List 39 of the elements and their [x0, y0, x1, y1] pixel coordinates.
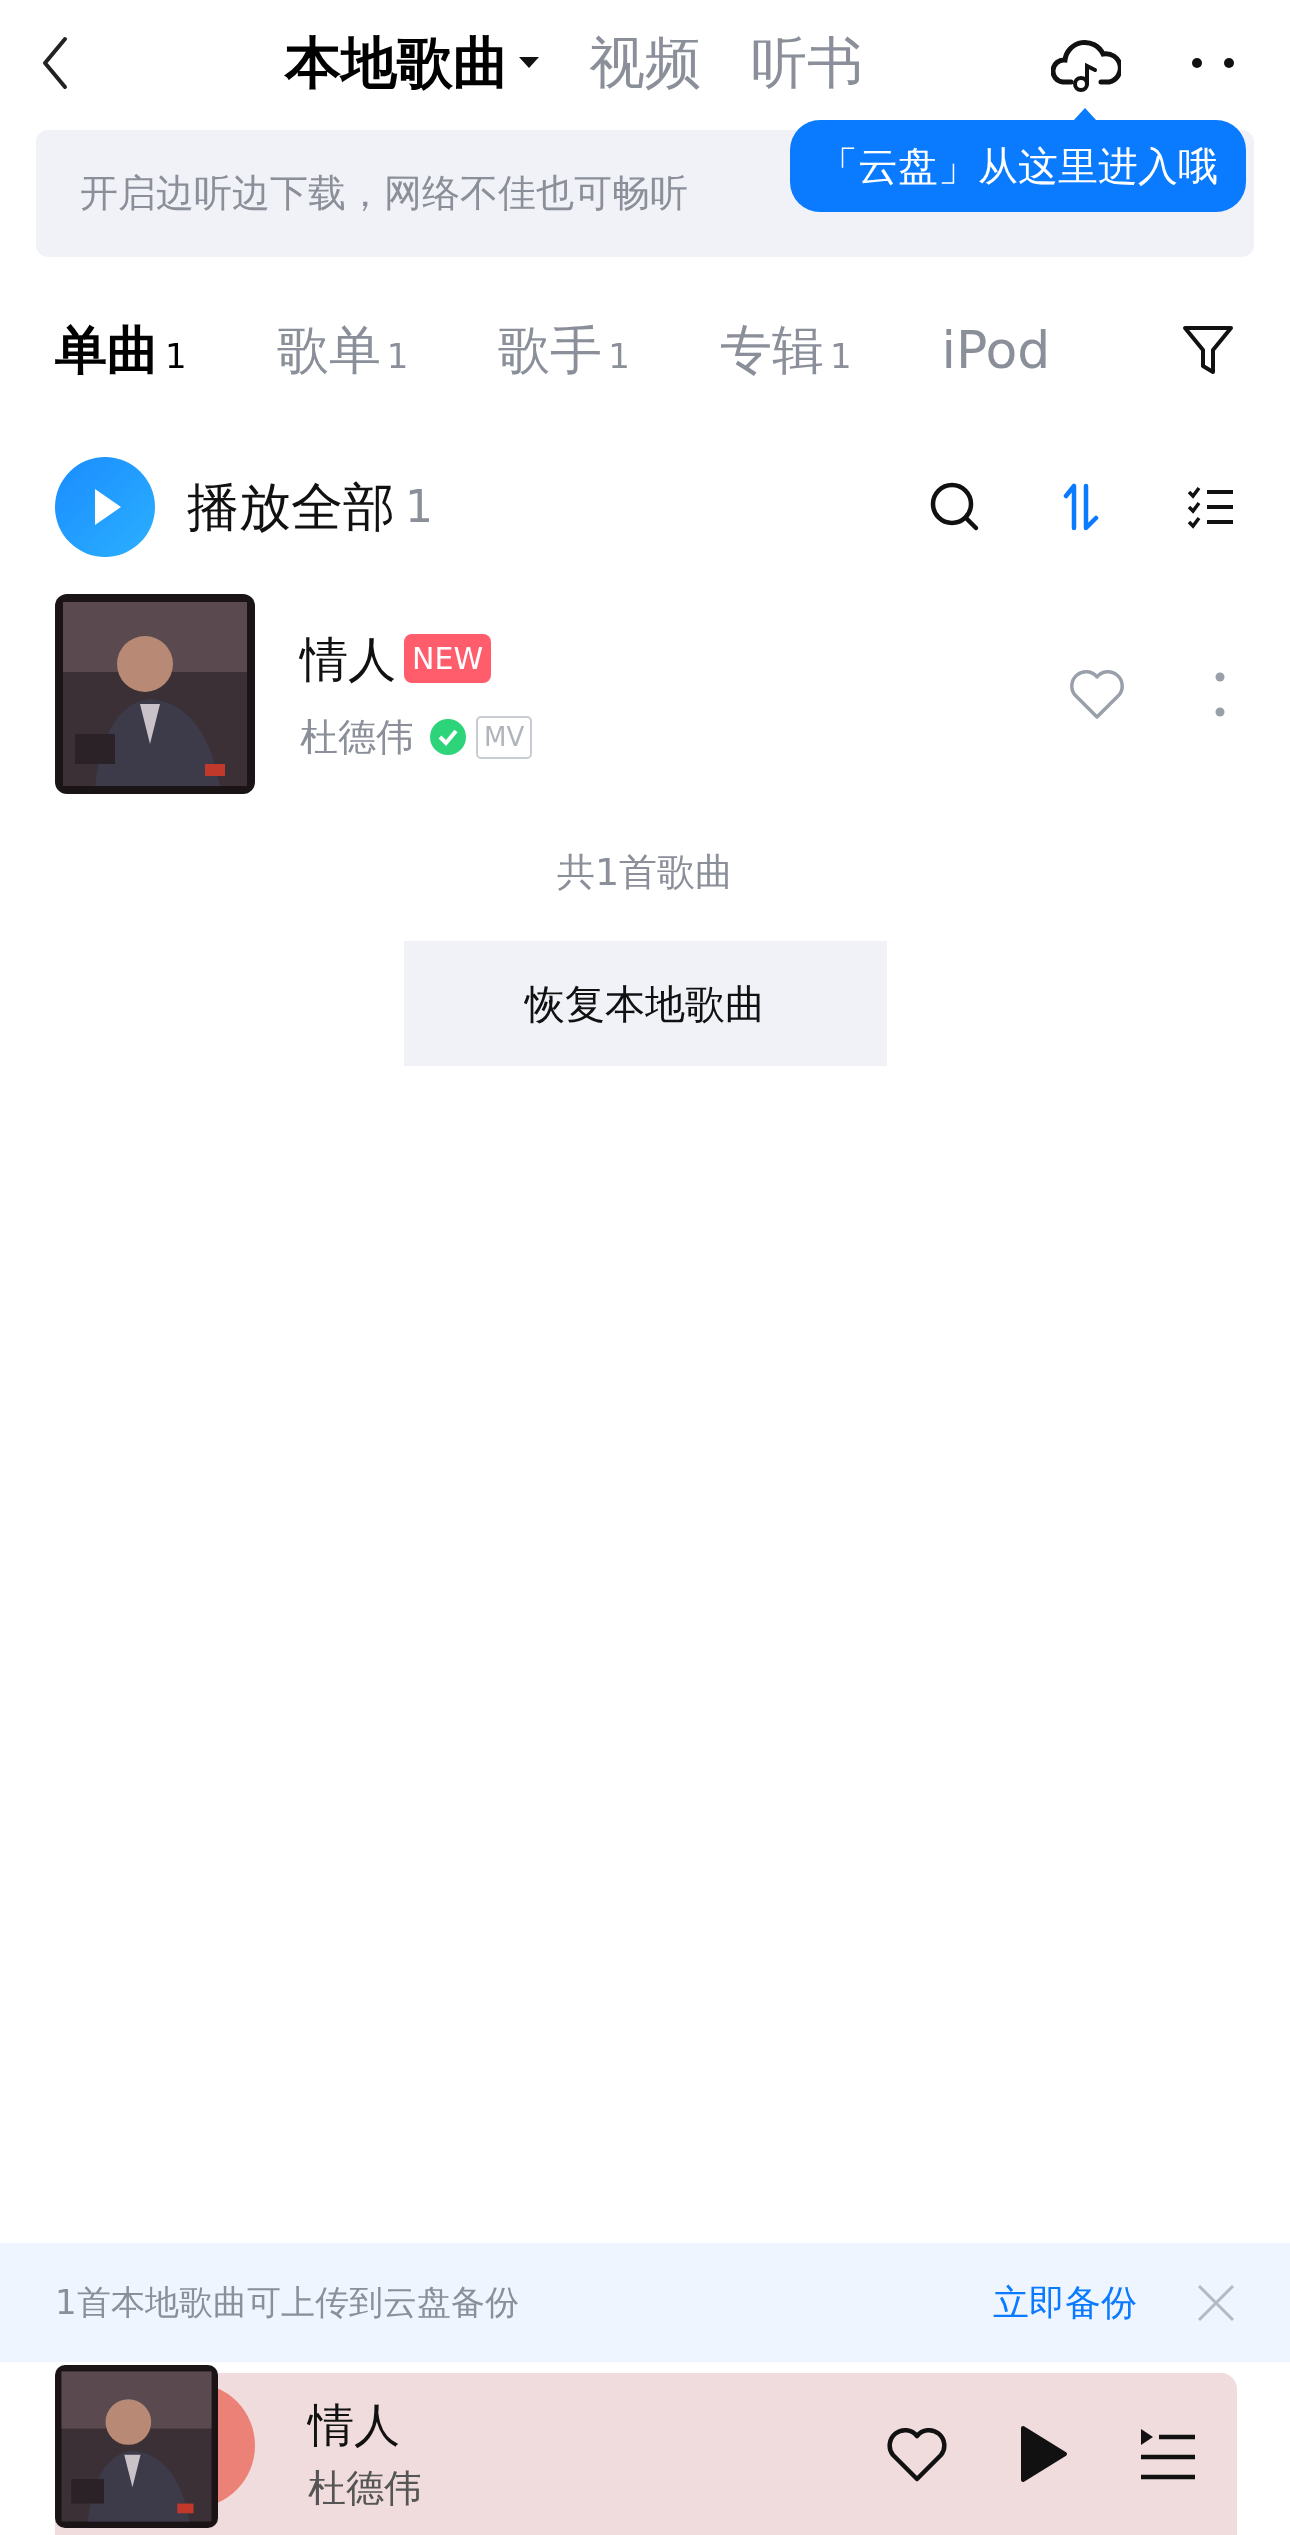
more-icon: [1191, 56, 1235, 69]
banner-text: 开启边听边下载，网络不佳也可畅听: [80, 170, 688, 217]
backup-text: 1首本地歌曲可上传到云盘备份: [55, 2281, 520, 2324]
restore-button[interactable]: 恢复本地歌曲: [403, 941, 887, 1066]
close-icon: [1197, 2283, 1235, 2322]
song-count: 1: [405, 480, 433, 534]
select-list-button[interactable]: [1187, 485, 1235, 529]
category-tab[interactable]: 歌单 1: [276, 310, 409, 389]
category-tab[interactable]: 歌手 1: [498, 310, 630, 389]
play-all-label: 播放全部: [187, 476, 395, 539]
top-tab[interactable]: 视频: [564, 20, 726, 105]
category-tab[interactable]: 专辑 1: [719, 310, 852, 389]
play-icon: [55, 457, 155, 557]
search-icon: [930, 482, 980, 532]
filter-icon: [1181, 323, 1235, 376]
category-tab[interactable]: iPod: [941, 310, 1051, 389]
song-total: 共1首歌曲: [555, 849, 735, 896]
new-badge: NEW: [404, 634, 492, 683]
more-vertical-icon: [1215, 671, 1225, 717]
backup-link[interactable]: 立即备份: [993, 2275, 1137, 2330]
checklist-icon: [1187, 485, 1235, 529]
more-button[interactable]: [1191, 56, 1235, 69]
category-tab[interactable]: 单曲 1: [55, 310, 187, 389]
top-tab[interactable]: 本地歌曲: [260, 20, 564, 105]
song-title: 情人: [300, 629, 396, 689]
tooltip: 「云盘」从这里进入哦: [790, 120, 1246, 212]
player-like-button[interactable]: [887, 2425, 947, 2483]
playlist-icon: [1139, 2427, 1197, 2481]
filter-button[interactable]: [1181, 323, 1235, 376]
like-button[interactable]: [1069, 667, 1125, 721]
play-all-button[interactable]: [55, 457, 155, 557]
top-tab[interactable]: 听书: [726, 20, 888, 105]
song-more-button[interactable]: [1215, 671, 1225, 717]
artist-name: 杜德伟: [300, 713, 414, 761]
player-title: 情人: [308, 2397, 401, 2454]
mv-tag: MV: [476, 715, 533, 759]
player-artist: 杜德伟: [308, 2465, 422, 2512]
playlist-button[interactable]: [1139, 2427, 1197, 2481]
search-button[interactable]: [930, 482, 980, 532]
